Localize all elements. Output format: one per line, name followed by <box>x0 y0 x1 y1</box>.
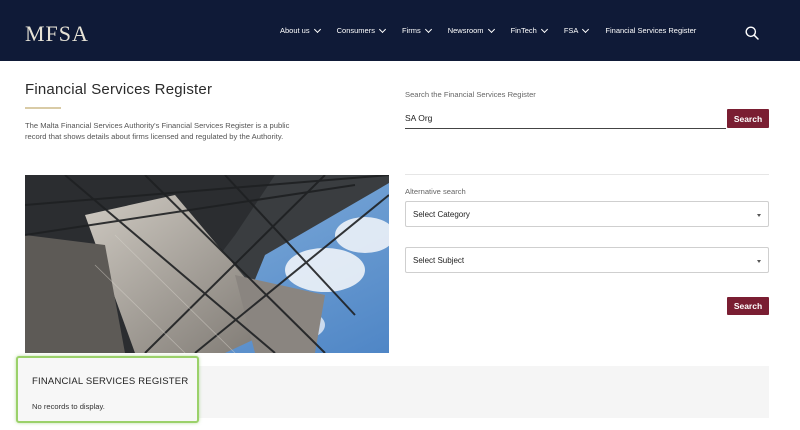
nav-item-consumers[interactable]: Consumers <box>336 25 387 35</box>
nav-item-label: FinTech <box>510 26 537 35</box>
search-label: Search the Financial Services Register <box>405 90 536 99</box>
nav-item-label: Newsroom <box>447 26 484 35</box>
results-title: FINANCIAL SERVICES REGISTER <box>32 376 189 387</box>
search-button[interactable]: Search <box>727 109 769 128</box>
mfsa-logo[interactable]: MFSA <box>25 21 89 47</box>
nav-item-about-us[interactable]: About us <box>280 25 321 35</box>
title-underline-divider <box>25 107 61 109</box>
subject-select-value: Select Subject <box>413 256 465 265</box>
nav-item-fintech[interactable]: FinTech <box>510 25 548 35</box>
page-intro-text: The Malta Financial Services Authority's… <box>25 121 290 141</box>
section-divider <box>405 174 769 175</box>
chevron-down-icon <box>540 25 548 33</box>
search-icon[interactable] <box>745 26 759 40</box>
nav-item-fsa[interactable]: FSA <box>563 25 590 35</box>
category-select[interactable]: Select Category <box>405 201 769 227</box>
chevron-down-icon <box>313 25 321 33</box>
nav-item-newsroom[interactable]: Newsroom <box>447 25 495 35</box>
nav-item-label: Financial Services Register <box>605 26 697 35</box>
chevron-down-icon <box>424 25 432 33</box>
chevron-down-icon <box>487 25 495 33</box>
no-records-message: No records to display. <box>32 402 105 411</box>
chevron-down-icon <box>582 25 590 33</box>
results-panel: FINANCIAL SERVICES REGISTER No records t… <box>16 356 199 423</box>
nav-item-label: Consumers <box>336 26 375 35</box>
nav-item-label: FSA <box>563 26 579 35</box>
nav-item-label: About us <box>280 26 310 35</box>
nav-item-label: Firms <box>401 26 421 35</box>
top-navigation-bar: MFSA About us Consumers Firms Newsroom F… <box>0 0 800 61</box>
dropdown-caret-icon <box>757 260 761 263</box>
nav-item-firms[interactable]: Firms <box>401 25 432 35</box>
alternative-search-label: Alternative search <box>405 187 466 196</box>
register-search-input[interactable] <box>405 110 726 129</box>
subject-select[interactable]: Select Subject <box>405 247 769 273</box>
nav-item-financial-services-register[interactable]: Financial Services Register <box>605 26 696 35</box>
category-select-value: Select Category <box>413 210 470 219</box>
chevron-down-icon <box>378 25 387 33</box>
page-title: Financial Services Register <box>25 81 213 98</box>
alternative-search-button[interactable]: Search <box>727 297 769 315</box>
dropdown-caret-icon <box>757 214 761 217</box>
main-nav: About us Consumers Firms Newsroom FinTec… <box>280 0 713 61</box>
architecture-hero-image <box>25 175 389 353</box>
